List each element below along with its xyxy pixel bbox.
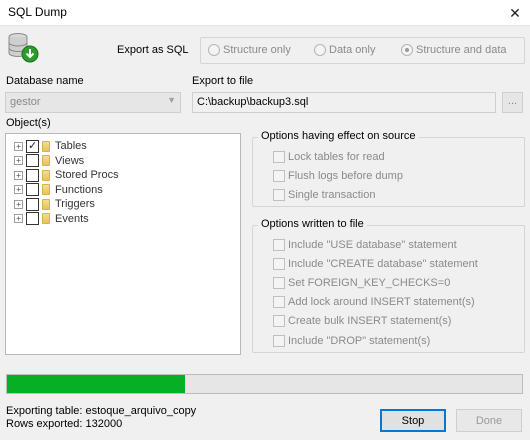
folder-icon — [42, 213, 50, 225]
tree-item-events[interactable]: + Events — [14, 212, 234, 227]
file-options-title: Options written to file — [258, 218, 367, 230]
checkbox-box — [273, 334, 285, 347]
lock-around-insert-checkbox[interactable]: Add lock around INSERT statement(s) — [273, 293, 478, 312]
bulk-insert-checkbox[interactable]: Create bulk INSERT statement(s) — [273, 312, 478, 331]
tree-item-label: Tables — [55, 140, 87, 153]
radio-label: Structure only — [223, 44, 291, 56]
views-checkbox[interactable] — [26, 154, 39, 168]
checkbox-box — [273, 188, 285, 201]
foreign-key-checks-checkbox[interactable]: Set FOREIGN_KEY_CHECKS=0 — [273, 273, 478, 292]
title-bar: SQL Dump ✕ — [0, 0, 530, 26]
rows-exported-status: Rows exported: 132000 — [6, 418, 123, 430]
events-checkbox[interactable] — [26, 212, 39, 226]
progress-fill — [7, 375, 185, 393]
tree-item-tables[interactable]: + Tables — [14, 139, 234, 154]
expand-icon[interactable]: + — [14, 185, 23, 195]
export-to-file-label: Export to file — [192, 75, 254, 87]
option-label: Single transaction — [288, 188, 376, 201]
option-label: Add lock around INSERT statement(s) — [288, 296, 475, 309]
include-use-database-checkbox[interactable]: Include "USE database" statement — [273, 235, 478, 254]
option-label: Create bulk INSERT statement(s) — [288, 315, 452, 328]
checkbox-box — [273, 169, 285, 182]
expand-icon[interactable]: + — [14, 214, 23, 224]
objects-tree[interactable]: + Tables + Views + Stored Procs + Functi… — [5, 133, 241, 355]
expand-icon[interactable]: + — [14, 199, 23, 209]
tree-item-stored-procs[interactable]: + Stored Procs — [14, 168, 234, 183]
radio-indicator — [314, 44, 326, 56]
radio-label: Data only — [329, 44, 376, 56]
close-button[interactable]: ✕ — [500, 0, 530, 26]
checkbox-box — [273, 257, 285, 270]
tree-item-label: Functions — [55, 183, 103, 196]
folder-icon — [42, 184, 50, 196]
radio-indicator — [401, 44, 413, 56]
single-transaction-checkbox[interactable]: Single transaction — [273, 185, 403, 204]
export-as-sql-label: Export as SQL — [117, 44, 189, 56]
tree-item-label: Views — [55, 154, 85, 167]
source-options-group: Options having effect on source Lock tab… — [252, 130, 525, 207]
checkbox-box — [273, 276, 285, 289]
tree-item-functions[interactable]: + Functions — [14, 183, 234, 198]
tree-item-triggers[interactable]: + Triggers — [14, 197, 234, 212]
export-progress-bar — [6, 374, 523, 394]
checkbox-box — [273, 315, 285, 328]
folder-icon — [42, 198, 50, 210]
functions-checkbox[interactable] — [26, 183, 39, 197]
checkbox-box — [273, 296, 285, 309]
done-button[interactable]: Done — [456, 409, 522, 432]
file-options-group: Options written to file Include "USE dat… — [252, 218, 525, 353]
exporting-status: Exporting table: estoque_arquivo_copy — [6, 405, 197, 417]
include-create-database-checkbox[interactable]: Include "CREATE database" statement — [273, 254, 478, 273]
stored-procs-checkbox[interactable] — [26, 168, 39, 182]
database-value: gestor — [10, 96, 41, 108]
export-mode-group: Structure only Data only Structure and d… — [200, 37, 525, 64]
radio-indicator — [208, 44, 220, 56]
source-options-title: Options having effect on source — [258, 130, 419, 142]
tables-checkbox[interactable] — [26, 139, 39, 153]
option-label: Include "CREATE database" statement — [288, 257, 478, 270]
expand-icon[interactable]: + — [14, 156, 23, 166]
option-label: Include "USE database" statement — [288, 238, 457, 251]
folder-icon — [42, 169, 50, 181]
radio-label: Structure and data — [416, 44, 507, 56]
window-title: SQL Dump — [8, 5, 67, 19]
checkbox-box — [273, 150, 285, 163]
option-label: Flush logs before dump — [288, 169, 403, 182]
tree-item-label: Triggers — [55, 198, 95, 211]
database-name-label: Database name — [6, 75, 84, 87]
radio-data-only[interactable]: Data only — [314, 44, 375, 56]
option-label: Lock tables for read — [288, 150, 385, 163]
browse-button[interactable]: ... — [502, 92, 523, 113]
triggers-checkbox[interactable] — [26, 197, 39, 211]
checkbox-box — [273, 238, 285, 251]
lock-tables-checkbox[interactable]: Lock tables for read — [273, 147, 403, 166]
export-path-input[interactable]: C:\backup\backup3.sql — [192, 92, 496, 113]
folder-icon — [42, 140, 50, 152]
tree-item-label: Stored Procs — [55, 169, 119, 182]
objects-label: Object(s) — [6, 117, 51, 129]
tree-item-label: Events — [55, 212, 89, 225]
flush-logs-checkbox[interactable]: Flush logs before dump — [273, 166, 403, 185]
expand-icon[interactable]: + — [14, 141, 23, 151]
radio-structure-and-data[interactable]: Structure and data — [401, 44, 507, 56]
chevron-down-icon: ▼ — [167, 95, 176, 105]
radio-structure-only[interactable]: Structure only — [208, 44, 291, 56]
option-label: Include "DROP" statement(s) — [288, 334, 431, 347]
database-select[interactable]: gestor ▼ — [5, 92, 181, 113]
tree-item-views[interactable]: + Views — [14, 154, 234, 169]
include-drop-checkbox[interactable]: Include "DROP" statement(s) — [273, 331, 478, 350]
folder-icon — [42, 155, 50, 167]
database-export-icon — [8, 33, 39, 63]
stop-button[interactable]: Stop — [380, 409, 446, 432]
option-label: Set FOREIGN_KEY_CHECKS=0 — [288, 276, 451, 289]
expand-icon[interactable]: + — [14, 170, 23, 180]
